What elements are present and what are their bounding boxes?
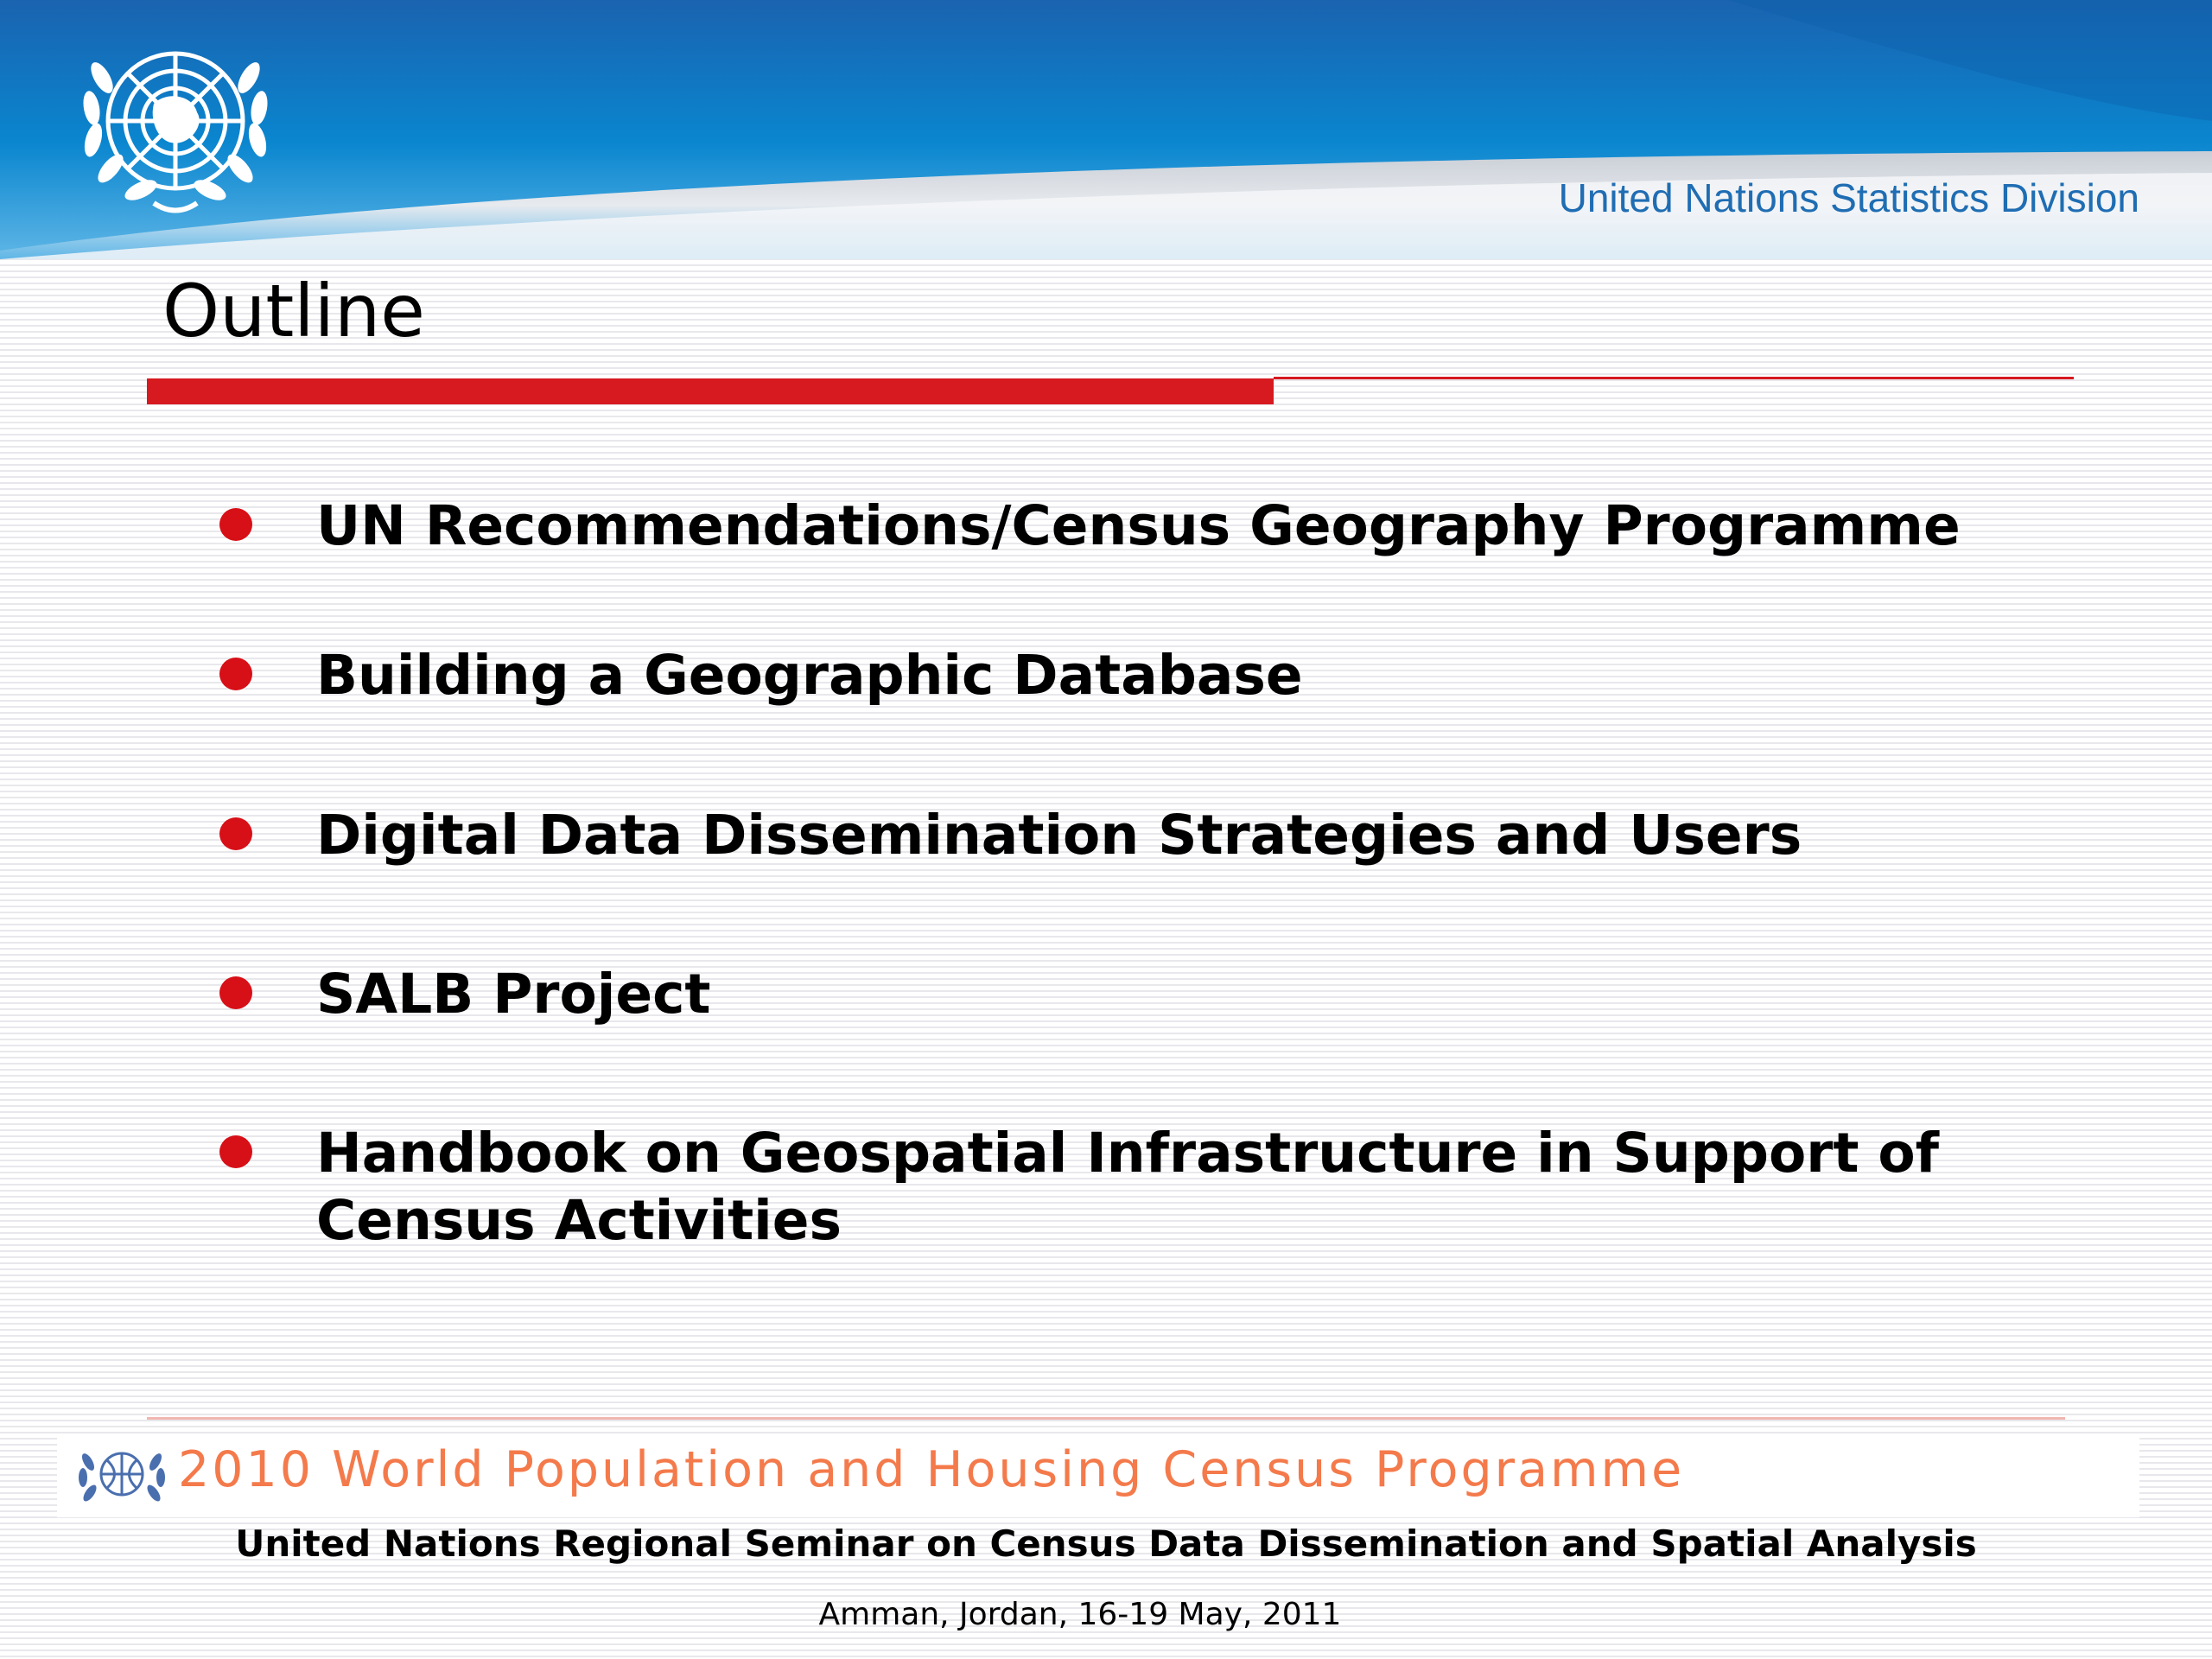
- bullet-dot-icon: [219, 817, 252, 850]
- census-programme-title: 2010 World Population and Housing Census…: [178, 1441, 1685, 1498]
- bullet-text: Building a Geographic Database: [316, 644, 1303, 707]
- bullet-dot-icon: [219, 976, 252, 1009]
- bullet-text: SALB Project: [316, 963, 711, 1026]
- seminar-title: United Nations Regional Seminar on Censu…: [235, 1522, 1977, 1565]
- header-banner: United Nations Statistics Division: [0, 0, 2212, 259]
- bullet-text: UN Recommendations/Census Geography Prog…: [316, 494, 1961, 557]
- bullet-dot-icon: [219, 508, 252, 541]
- footer-rule: [147, 1417, 2065, 1420]
- location-date: Amman, Jordan, 16-19 May, 2011: [818, 1597, 1342, 1632]
- slide-title: Outline: [162, 269, 425, 353]
- bullet-text: Digital Data Dissemination Strategies an…: [316, 804, 1802, 867]
- un-emblem-icon: [83, 51, 268, 213]
- bullet-dot-icon: [219, 658, 252, 690]
- organization-name: United Nations Statistics Division: [1558, 175, 2139, 220]
- census-programme-logo-icon: [79, 1452, 165, 1502]
- bullet-dot-icon: [219, 1135, 252, 1168]
- bullet-text: Handbook on Geospatial Infrastructure in…: [316, 1122, 1940, 1252]
- census-programme-banner: 2010 World Population and Housing Census…: [57, 1434, 2139, 1517]
- title-rule-thin: [1274, 377, 2074, 379]
- title-rule-thick: [147, 378, 1274, 404]
